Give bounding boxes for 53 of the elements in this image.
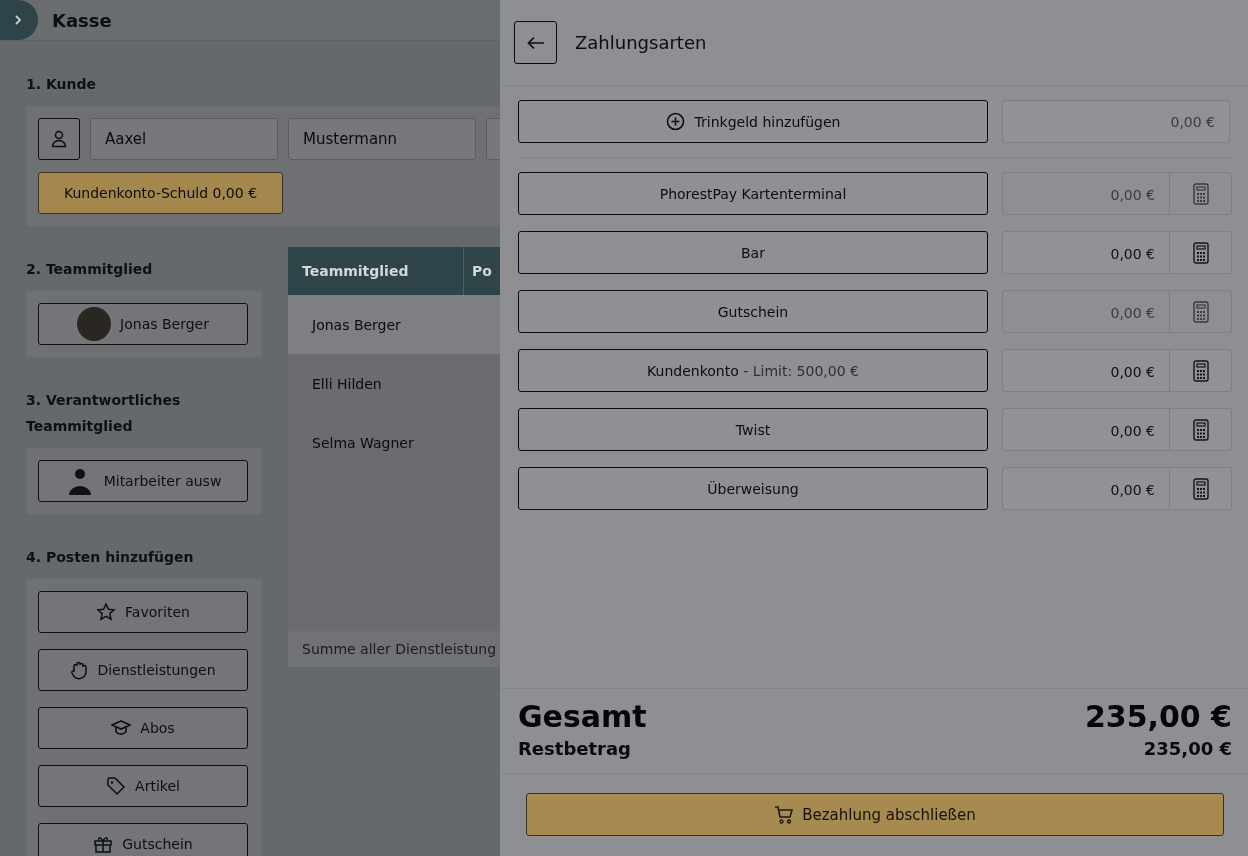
first-name-field[interactable]: Aaxel	[90, 118, 278, 160]
gift-icon	[93, 834, 114, 854]
payment-method-button[interactable]: Überweisung	[518, 467, 988, 510]
arrow-left-icon	[526, 35, 545, 50]
payment-method-button[interactable]: Bar	[518, 231, 988, 274]
tip-amount-field[interactable]: 0,00 €	[1002, 100, 1230, 143]
add-item-button[interactable]: Favoriten	[38, 591, 248, 633]
add-item-button[interactable]: Artikel	[38, 765, 248, 807]
calculator-icon	[1192, 477, 1209, 500]
hand-icon	[70, 660, 89, 680]
tag-icon	[106, 776, 127, 796]
payment-method-label: Kundenkonto - Limit: 500,00 €	[647, 362, 859, 379]
add-item-button[interactable]: Abos	[38, 707, 248, 749]
calculator-icon	[1192, 182, 1209, 205]
team-member-button[interactable]: Jonas Berger	[38, 303, 248, 345]
customer-debt-button[interactable]: Kundenkonto-Schuld 0,00 €	[38, 172, 283, 214]
remaining-amount: 235,00 €	[1143, 738, 1232, 759]
section-heading: 2. Teammitglied	[26, 260, 154, 279]
person-icon	[51, 130, 67, 148]
select-employee-button[interactable]: Mitarbeiter ausw	[38, 460, 248, 502]
add-tip-button[interactable]: Trinkgeld hinzufügen	[518, 100, 988, 143]
calculator-icon	[1192, 418, 1209, 441]
calculator-icon	[1192, 359, 1209, 382]
section-heading: 1. Kunde	[26, 75, 97, 94]
panel-title: Zahlungsarten	[575, 32, 707, 53]
team-member-row[interactable]: Selma Wagner	[288, 413, 500, 472]
calculator-icon	[1192, 241, 1209, 264]
column-header: Po	[471, 262, 492, 281]
last-name-field[interactable]: Mustermann	[288, 118, 476, 160]
customer-button[interactable]	[38, 118, 80, 160]
calculator-icon	[1192, 300, 1209, 323]
table-footer: Summe aller Dienstleistung	[288, 631, 500, 667]
remaining-label: Restbetrag	[518, 738, 631, 759]
cart-icon	[774, 804, 795, 825]
total-amount: 235,00 €	[1084, 699, 1232, 734]
payment-method-button[interactable]: Kundenkonto - Limit: 500,00 €	[518, 349, 988, 392]
back-button[interactable]	[514, 21, 557, 64]
add-item-button[interactable]: Gutschein	[38, 823, 248, 856]
graduation-cap-icon	[111, 719, 132, 737]
team-member-row[interactable]: Jonas Berger	[288, 295, 500, 354]
payment-method-button[interactable]: Twist	[518, 408, 988, 451]
add-item-button[interactable]: Dienstleistungen	[38, 649, 248, 691]
plus-circle-icon	[665, 112, 685, 131]
section-heading: 4. Posten hinzufügen	[26, 548, 195, 567]
team-member-row[interactable]: Elli Hilden	[288, 354, 500, 413]
page-title: Kasse	[52, 9, 112, 31]
complete-payment-button[interactable]: Bezahlung abschließen	[526, 793, 1224, 836]
star-icon	[96, 602, 117, 622]
sidebar-toggle-button[interactable]	[0, 0, 38, 40]
total-label: Gesamt	[518, 699, 647, 734]
avatar-icon	[77, 307, 112, 341]
section-heading: 3. Verantwortliches Teammitglied	[26, 391, 182, 436]
chevron-right-icon	[14, 14, 22, 26]
